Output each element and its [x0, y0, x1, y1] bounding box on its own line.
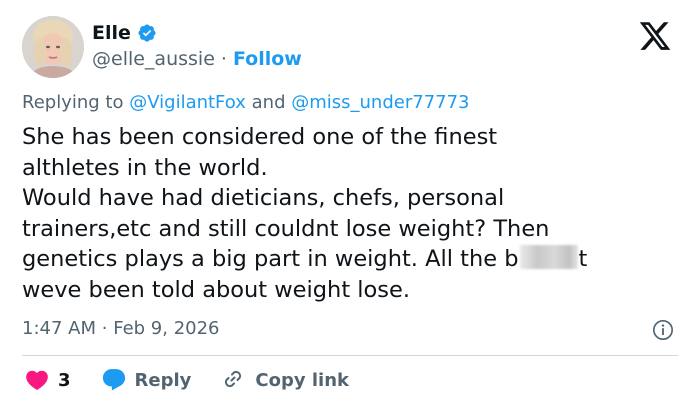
handle-separator: ·	[220, 48, 227, 70]
like-count: 3	[58, 369, 71, 391]
mention-link-miss-under[interactable]: @miss_under77773	[291, 92, 469, 113]
x-logo-icon[interactable]	[636, 19, 674, 53]
censor-blur	[519, 245, 578, 269]
speech-bubble-icon	[101, 367, 127, 393]
info-icon[interactable]	[652, 319, 674, 341]
verified-badge-icon	[137, 23, 157, 43]
meta-separator: ·	[101, 318, 108, 339]
reply-prefix: Replying to	[22, 92, 124, 113]
author-handle-row: @elle_aussie · Follow	[92, 48, 302, 70]
reply-button[interactable]: Reply	[101, 367, 192, 393]
heart-icon	[24, 367, 50, 393]
author-handle[interactable]: @elle_aussie	[92, 48, 215, 70]
author-name[interactable]: Elle	[92, 22, 131, 44]
copy-link-label: Copy link	[255, 369, 349, 391]
like-button[interactable]: 3	[24, 367, 71, 393]
tweet-time: 1:47 AM	[22, 318, 96, 339]
tweet-text: She has been considered one of the fines…	[22, 122, 682, 305]
tweet-line-tail: t	[578, 246, 588, 272]
tweet-line: weve been told about weight lose.	[22, 276, 411, 303]
action-bar: 3 Reply Copy link	[22, 367, 349, 393]
divider	[22, 355, 678, 356]
link-icon	[221, 367, 247, 393]
tweet-line: She has been considered one of the fines…	[22, 124, 498, 150]
tweet-timestamp[interactable]: 1:47 AM · Feb 9, 2026	[22, 318, 220, 339]
reply-context: Replying to @VigilantFox and @miss_under…	[22, 92, 470, 113]
tweet-line: trainers,etc and still couldnt lose weig…	[22, 215, 550, 242]
tweet-line-text: genetics plays a big part in weight. All…	[22, 246, 519, 272]
reply-label: Reply	[134, 369, 192, 391]
reply-connector: and	[251, 92, 286, 113]
avatar[interactable]	[22, 16, 84, 78]
tweet-line: Would have had dieticians, chefs, person…	[22, 185, 505, 211]
tweet-line: althletes in the world.	[22, 154, 268, 181]
tweet-date: Feb 9, 2026	[113, 318, 220, 339]
author-name-row: Elle	[92, 22, 157, 44]
tweet-line-censored: genetics plays a big part in weight. All…	[22, 244, 682, 275]
copy-link-button[interactable]: Copy link	[221, 367, 349, 393]
mention-link-vigilantfox[interactable]: @VigilantFox	[129, 92, 246, 113]
tweet-embed-card: Elle @elle_aussie · Follow Replying to @…	[0, 0, 700, 410]
follow-button[interactable]: Follow	[233, 48, 302, 70]
